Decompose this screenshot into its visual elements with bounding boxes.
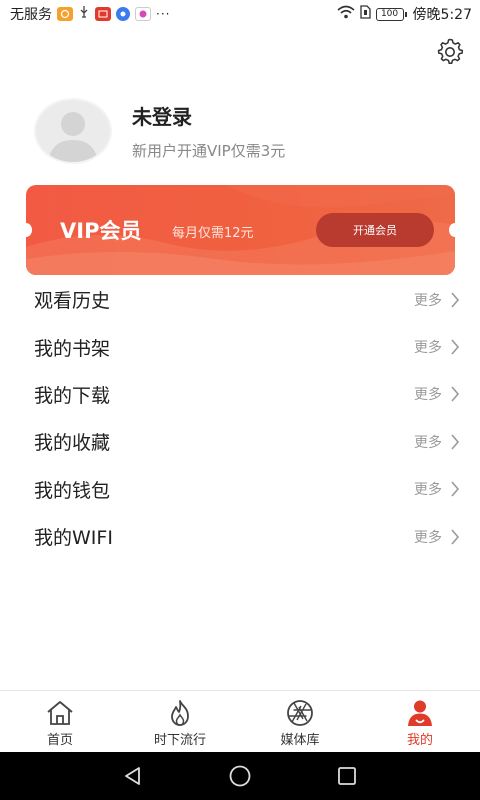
tab-mine[interactable]: 我的 <box>360 691 480 752</box>
menu-item-label: 观看历史 <box>34 290 111 313</box>
app-notification-icon <box>57 7 73 21</box>
vip-promo-text: 新用户开通VIP仅需3元 <box>132 142 286 160</box>
sim-icon <box>359 5 371 23</box>
more-link[interactable]: 更多 <box>414 337 442 357</box>
vip-price-note: 每月仅需12元 <box>172 226 254 241</box>
recents-square-icon <box>337 767 356 785</box>
more-link[interactable]: 更多 <box>414 479 442 499</box>
tab-label: 媒体库 <box>280 733 320 748</box>
flame-icon <box>171 700 189 726</box>
tab-label: 我的 <box>406 733 433 748</box>
carrier-label: 无服务 <box>10 7 52 23</box>
news-app-icon <box>95 7 111 21</box>
tab-media-library[interactable]: 媒体库 <box>240 691 360 752</box>
menu-item-wifi[interactable]: 我的WIFI 更多 <box>0 513 480 560</box>
menu-item-label: 我的WIFI <box>34 527 113 550</box>
menu-item-bookshelf[interactable]: 我的书架 更多 <box>0 323 480 370</box>
system-navigation-bar <box>0 752 480 800</box>
bottom-tab-bar: 首页 时下流行 媒体库 我的 <box>0 690 480 752</box>
more-notifications-icon: ··· <box>156 7 171 21</box>
status-bar-left: 无服务 ··· <box>10 4 170 24</box>
status-bar: 无服务 ··· 100 傍晚5:27 <box>0 0 480 28</box>
tab-home[interactable]: 首页 <box>0 691 120 752</box>
home-button[interactable] <box>220 756 260 796</box>
chevron-right-icon <box>451 481 460 497</box>
login-status[interactable]: 未登录 <box>132 101 285 130</box>
home-circle-icon <box>229 765 251 787</box>
back-triangle-icon <box>125 767 141 785</box>
menu-list: 观看历史 更多 我的书架 更多 我的下载 更多 我的收藏 更多 我的钱包 更多 <box>0 276 480 560</box>
more-link[interactable]: 更多 <box>414 384 442 404</box>
menu-item-label: 我的收藏 <box>34 432 111 455</box>
more-link[interactable]: 更多 <box>414 290 442 310</box>
chevron-right-icon <box>451 339 460 355</box>
menu-item-label: 我的钱包 <box>34 479 111 502</box>
tab-label: 时下流行 <box>153 733 206 748</box>
aperture-icon <box>287 700 313 726</box>
tab-trending[interactable]: 时下流行 <box>120 691 240 752</box>
menu-item-label: 我的书架 <box>34 337 111 360</box>
tab-label: 首页 <box>46 733 73 748</box>
home-icon <box>47 701 73 725</box>
browser-app-icon <box>116 7 130 21</box>
chevron-right-icon <box>451 292 460 308</box>
status-bar-right: 100 傍晚5:27 <box>337 4 472 24</box>
menu-item-label: 我的下载 <box>34 384 111 407</box>
user-icon <box>408 700 432 726</box>
open-vip-button[interactable]: 开通会员 <box>316 213 434 247</box>
media-app-icon <box>135 7 151 21</box>
chevron-right-icon <box>451 529 460 545</box>
status-time: 傍晚5:27 <box>412 7 472 23</box>
battery-icon: 100 <box>375 7 407 21</box>
menu-item-favorites[interactable]: 我的收藏 更多 <box>0 418 480 465</box>
more-link[interactable]: 更多 <box>414 527 442 547</box>
avatar[interactable] <box>34 98 112 164</box>
menu-item-watch-history[interactable]: 观看历史 更多 <box>0 276 480 323</box>
settings-button[interactable] <box>436 38 464 66</box>
chevron-right-icon <box>451 386 460 402</box>
back-button[interactable] <box>113 756 153 796</box>
vip-card-notch-right <box>449 223 455 237</box>
wifi-icon <box>337 5 355 23</box>
profile-section[interactable]: 未登录 新用户开通VIP仅需3元 <box>34 98 285 164</box>
recents-button[interactable] <box>327 756 367 796</box>
vip-title: VIP会员 <box>60 219 142 243</box>
chevron-right-icon <box>451 434 460 450</box>
menu-item-downloads[interactable]: 我的下载 更多 <box>0 371 480 418</box>
profile-text: 未登录 新用户开通VIP仅需3元 <box>132 101 285 161</box>
more-link[interactable]: 更多 <box>414 432 442 452</box>
gear-icon <box>437 38 464 65</box>
vip-card[interactable]: VIP会员 每月仅需12元 开通会员 <box>26 185 455 275</box>
menu-item-wallet[interactable]: 我的钱包 更多 <box>0 466 480 513</box>
usb-icon <box>78 5 90 23</box>
